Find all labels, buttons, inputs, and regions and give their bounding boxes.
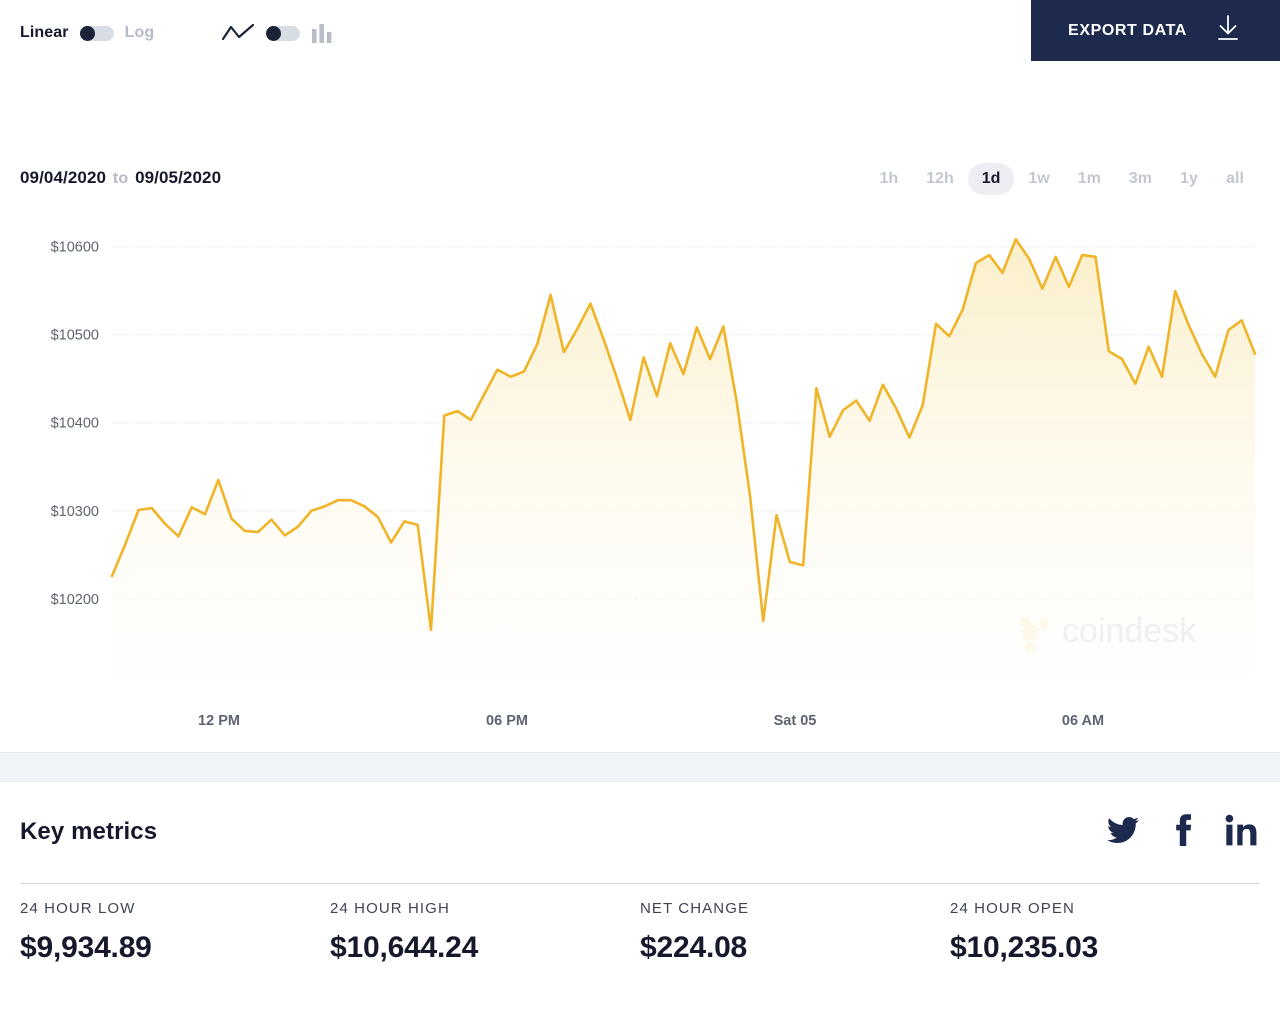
key-metrics-divider — [20, 883, 1260, 884]
chart-meta-row: 09/04/2020 to 09/05/2020 1h 12h 1d 1w 1m… — [0, 62, 1280, 195]
key-metrics-grid: 24 HOUR LOW $9,934.89 24 HOUR HIGH $10,6… — [20, 900, 1260, 965]
chart-toolbar: Linear Log EXPORT DATA — [0, 0, 1280, 62]
facebook-icon[interactable] — [1172, 814, 1194, 851]
metric-net-change: NET CHANGE $224.08 — [640, 900, 950, 965]
scale-toggle[interactable] — [79, 25, 114, 41]
scale-toggle-knob — [79, 25, 95, 41]
line-chart-icon[interactable] — [221, 22, 255, 44]
y-axis-tick-label: $10200 — [51, 592, 99, 608]
bar-chart-icon[interactable] — [311, 21, 335, 45]
download-icon — [1213, 13, 1243, 48]
metric-24-hour-open: 24 HOUR OPEN $10,235.03 — [950, 900, 1260, 965]
y-axis-tick-label: $10300 — [51, 504, 99, 520]
scale-linear-label[interactable]: Linear — [20, 24, 69, 42]
metric-24-hour-high: 24 HOUR HIGH $10,644.24 — [330, 900, 640, 965]
scale-log-label[interactable]: Log — [125, 24, 155, 42]
price-chart[interactable]: $10200$10300$10400$10500$10600 coindesk … — [0, 160, 1280, 752]
metric-value: $224.08 — [640, 931, 748, 964]
twitter-icon[interactable] — [1104, 814, 1142, 851]
social-share-row — [1104, 814, 1258, 851]
y-axis-tick-label: $10500 — [51, 327, 99, 343]
metric-label: 24 HOUR HIGH — [330, 900, 450, 917]
chart-x-axis-labels: 12 PM 06 PM Sat 05 06 AM — [198, 713, 1104, 729]
metric-value: $10,644.24 — [330, 931, 479, 964]
linkedin-icon[interactable] — [1224, 814, 1258, 851]
chart-type-toggle[interactable] — [266, 25, 300, 41]
metric-label: NET CHANGE — [640, 900, 750, 917]
metric-24-hour-low: 24 HOUR LOW $9,934.89 — [20, 900, 330, 965]
metric-label: 24 HOUR LOW — [20, 900, 136, 917]
price-chart-svg[interactable]: $10200$10300$10400$10500$10600 coindesk … — [0, 160, 1280, 752]
y-axis-tick-label: $10600 — [51, 239, 99, 255]
key-metrics-title: Key metrics — [20, 818, 158, 845]
x-axis-tick-label: 12 PM — [198, 713, 240, 729]
chart-type-toggle-knob — [266, 25, 281, 41]
chart-type-toggle-group — [221, 21, 335, 45]
x-axis-tick-label: 06 AM — [1062, 713, 1104, 729]
scale-toggle-group: Linear Log — [20, 24, 154, 42]
price-area-fill — [112, 239, 1255, 713]
metric-label: 24 HOUR OPEN — [950, 900, 1075, 917]
metric-value: $10,235.03 — [950, 931, 1099, 964]
section-divider — [0, 752, 1280, 782]
x-axis-tick-label: 06 PM — [486, 713, 528, 729]
chart-y-axis-labels: $10200 $10300 $10400 $10500 $10600 — [51, 239, 99, 608]
x-axis-tick-label: Sat 05 — [774, 713, 817, 729]
export-data-label: EXPORT DATA — [1068, 21, 1187, 39]
export-data-button[interactable]: EXPORT DATA — [1031, 0, 1280, 61]
metric-value: $9,934.89 — [20, 931, 152, 964]
key-metrics-section: Key metrics 24 HOUR LOW $9,934.89 24 HOU… — [0, 782, 1280, 1009]
y-axis-tick-label: $10400 — [51, 416, 99, 432]
key-metrics-header: Key metrics — [0, 782, 1280, 884]
